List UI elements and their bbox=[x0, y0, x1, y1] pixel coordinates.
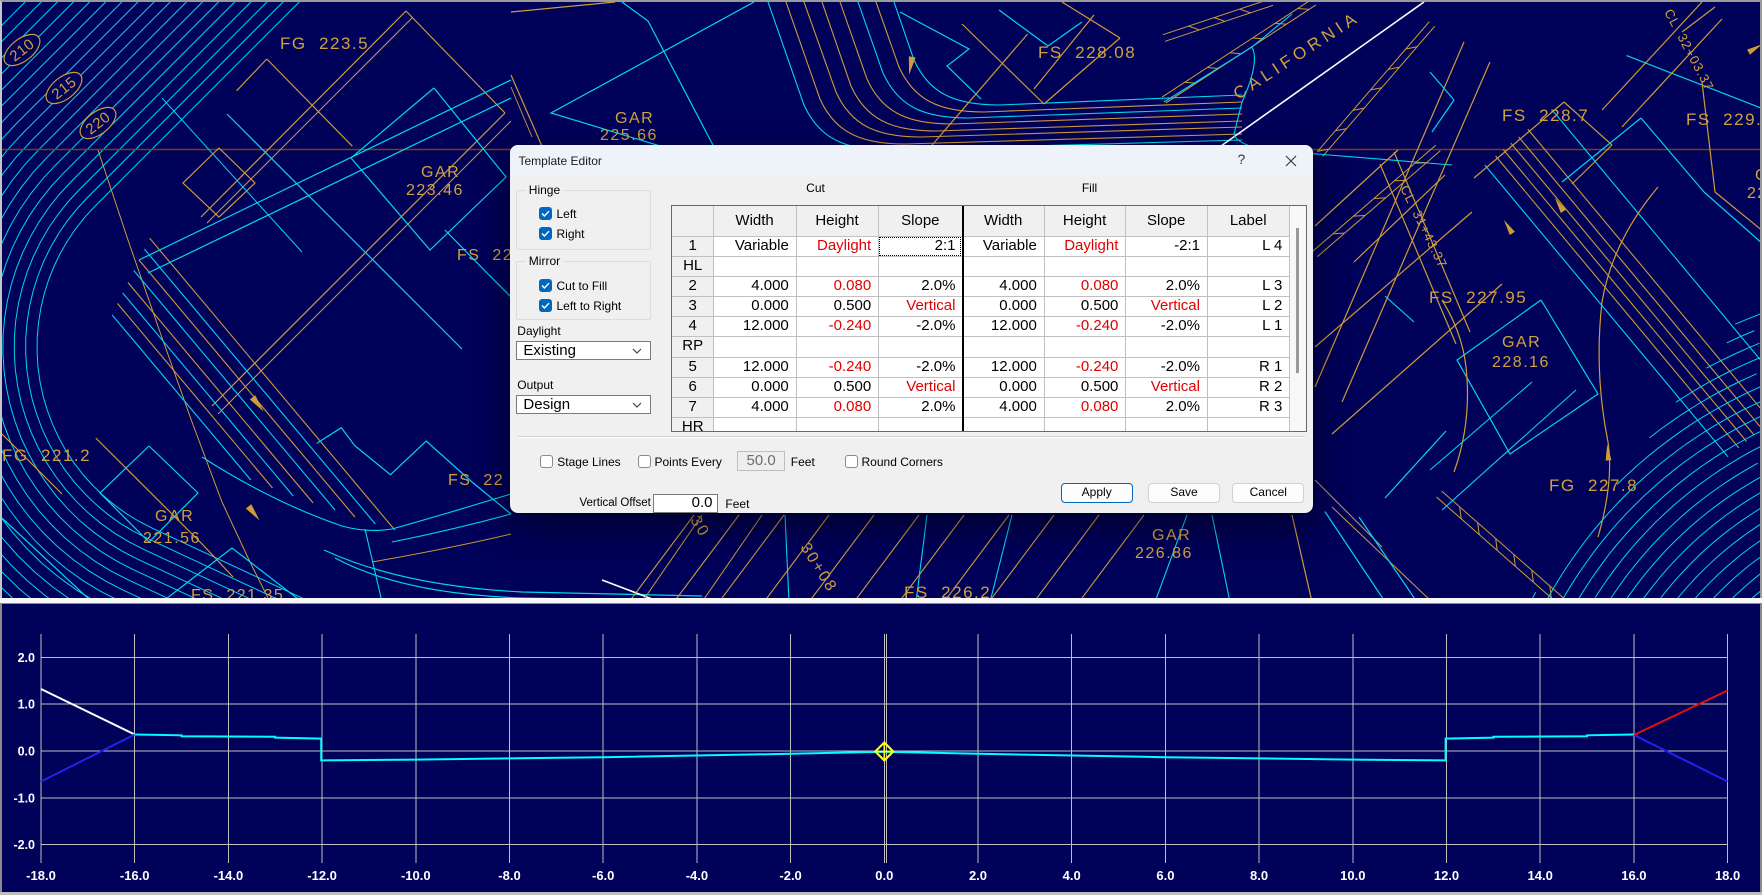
svg-text:-2.0: -2.0 bbox=[779, 868, 801, 883]
svg-text:226.86: 226.86 bbox=[1135, 545, 1193, 562]
svg-text:-14.0: -14.0 bbox=[214, 868, 244, 883]
svg-text:14.0: 14.0 bbox=[1528, 868, 1553, 883]
svg-text:18.0: 18.0 bbox=[1715, 868, 1740, 883]
svg-text:FS 22: FS 22 bbox=[448, 472, 504, 489]
svg-text:GAR: GAR bbox=[1502, 334, 1541, 351]
svg-text:FS 22: FS 22 bbox=[457, 247, 513, 264]
svg-text:-2.0: -2.0 bbox=[13, 838, 35, 852]
svg-text:8.0: 8.0 bbox=[1250, 868, 1268, 883]
svg-text:4.0: 4.0 bbox=[1063, 868, 1081, 883]
svg-text:FS 221.35: FS 221.35 bbox=[191, 587, 284, 598]
svg-text:10.0: 10.0 bbox=[1340, 868, 1365, 883]
svg-text:225.66: 225.66 bbox=[600, 127, 658, 144]
svg-text:-10.0: -10.0 bbox=[401, 868, 431, 883]
svg-text:-4.0: -4.0 bbox=[686, 868, 708, 883]
svg-text:-16.0: -16.0 bbox=[120, 868, 150, 883]
svg-text:FS 228.7: FS 228.7 bbox=[1502, 106, 1589, 125]
svg-text:221.56: 221.56 bbox=[143, 530, 201, 547]
svg-text:FS 227.95: FS 227.95 bbox=[1429, 288, 1527, 307]
svg-text:GAR: GAR bbox=[1152, 527, 1191, 544]
svg-text:FS 229.: FS 229. bbox=[1686, 110, 1762, 129]
svg-text:22: 22 bbox=[1747, 185, 1762, 202]
svg-text:FG 227.8: FG 227.8 bbox=[1549, 476, 1638, 495]
svg-text:-6.0: -6.0 bbox=[592, 868, 614, 883]
svg-text:GAR: GAR bbox=[421, 164, 460, 181]
svg-text:0.0: 0.0 bbox=[875, 868, 893, 883]
svg-text:G: G bbox=[1755, 167, 1762, 184]
svg-text:-1.0: -1.0 bbox=[13, 791, 35, 805]
svg-text:FG 223.5: FG 223.5 bbox=[280, 34, 369, 53]
svg-text:FS 228.08: FS 228.08 bbox=[1038, 43, 1136, 62]
svg-text:1.0: 1.0 bbox=[18, 698, 35, 712]
svg-text:12.0: 12.0 bbox=[1434, 868, 1459, 883]
svg-text:-12.0: -12.0 bbox=[307, 868, 337, 883]
svg-text:6.0: 6.0 bbox=[1156, 868, 1174, 883]
svg-text:GAR: GAR bbox=[615, 110, 654, 127]
svg-text:2.0: 2.0 bbox=[969, 868, 987, 883]
svg-text:GAR: GAR bbox=[155, 508, 194, 525]
svg-text:2.0: 2.0 bbox=[18, 651, 35, 665]
svg-text:0.0: 0.0 bbox=[18, 745, 35, 759]
svg-text:223.46: 223.46 bbox=[406, 182, 464, 199]
svg-text:-8.0: -8.0 bbox=[498, 868, 520, 883]
svg-text:FG 221.2: FG 221.2 bbox=[2, 446, 91, 465]
svg-text:FS 226.2: FS 226.2 bbox=[904, 583, 991, 598]
svg-text:16.0: 16.0 bbox=[1621, 868, 1646, 883]
svg-text:-18.0: -18.0 bbox=[26, 868, 56, 883]
svg-text:228.16: 228.16 bbox=[1492, 354, 1550, 371]
